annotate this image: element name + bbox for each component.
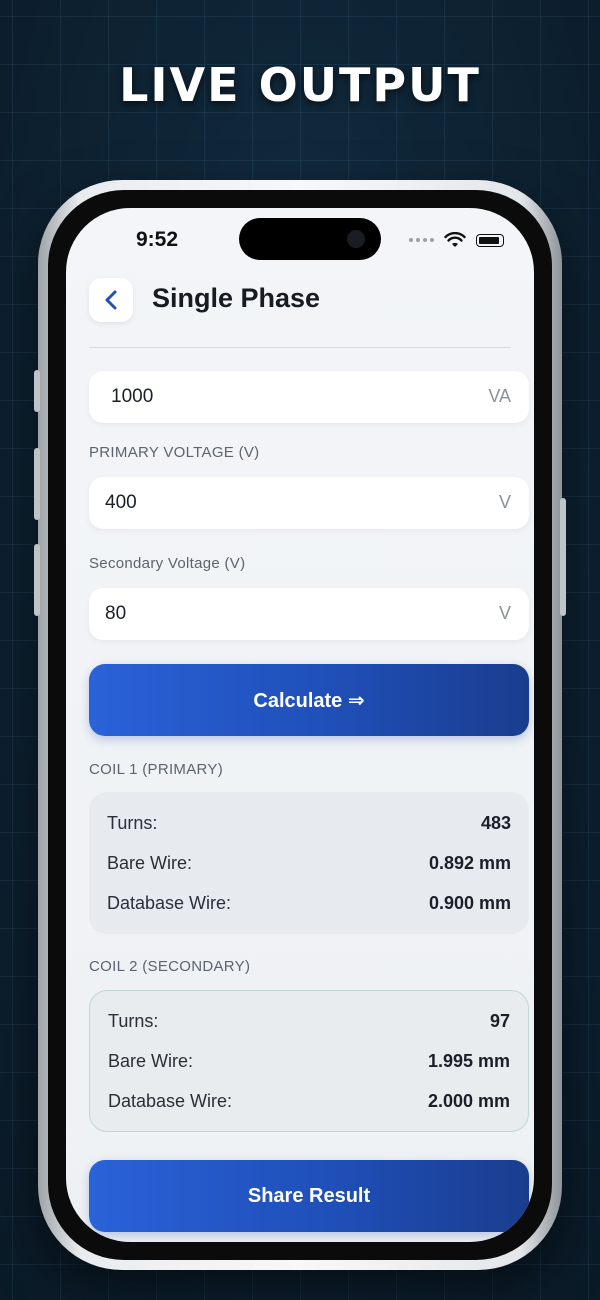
- volume-up-button: [34, 448, 40, 520]
- phone-bezel: 9:52 Single Phase 1000 VA PRIMARY VOLTAG…: [48, 190, 552, 1260]
- row-label: Bare Wire:: [107, 852, 193, 873]
- coil2-row-bare-wire: Bare Wire: 1.995 mm: [108, 1041, 510, 1081]
- volume-down-button: [34, 544, 40, 616]
- back-button[interactable]: [89, 278, 133, 322]
- camera-icon: [347, 230, 365, 248]
- coil1-row-database-wire: Database Wire: 0.900 mm: [107, 883, 511, 923]
- coil1-row-bare-wire: Bare Wire: 0.892 mm: [107, 843, 511, 883]
- app-screen: 9:52 Single Phase 1000 VA PRIMARY VOLTAG…: [66, 208, 534, 1242]
- status-icons: [409, 232, 504, 248]
- power-value: 1000: [111, 386, 154, 407]
- row-value: 97: [489, 1010, 510, 1031]
- primary-voltage-value: 400: [105, 492, 137, 513]
- dynamic-island: [239, 218, 381, 260]
- page-title: Single Phase: [152, 283, 321, 313]
- phone-frame: 9:52 Single Phase 1000 VA PRIMARY VOLTAG…: [34, 180, 566, 1270]
- row-label: Database Wire:: [108, 1090, 233, 1111]
- coil1-row-turns: Turns: 483: [107, 803, 511, 843]
- battery-icon: [476, 233, 504, 247]
- power-unit: VA: [488, 386, 511, 406]
- row-value: 0.900 mm: [428, 892, 511, 913]
- row-value: 1.995 mm: [427, 1050, 510, 1071]
- primary-voltage-input[interactable]: 400 V: [89, 477, 529, 529]
- row-value: 2.000 mm: [427, 1090, 510, 1111]
- coil2-heading: COIL 2 (SECONDARY): [89, 958, 251, 975]
- secondary-voltage-value: 80: [105, 603, 127, 624]
- header-divider: [89, 347, 511, 348]
- back-chevron-icon: [105, 290, 117, 310]
- status-time: 9:52: [136, 228, 179, 251]
- promo-headline: LIVE OUTPUT: [119, 58, 481, 112]
- coil1-card: Turns: 483 Bare Wire: 0.892 mm Database …: [89, 792, 529, 934]
- share-result-button[interactable]: Share Result: [89, 1160, 529, 1232]
- signal-dots-icon: [409, 238, 434, 242]
- action-button: [34, 370, 40, 412]
- row-label: Turns:: [108, 1010, 159, 1031]
- row-label: Database Wire:: [107, 892, 232, 913]
- primary-voltage-label: PRIMARY VOLTAGE (V): [89, 444, 260, 461]
- coil2-card: Turns: 97 Bare Wire: 1.995 mm Database W…: [89, 990, 529, 1132]
- row-value: 0.892 mm: [428, 852, 511, 873]
- row-value: 483: [480, 812, 511, 833]
- secondary-voltage-unit: V: [498, 603, 511, 623]
- calculate-button[interactable]: Calculate ⇒: [89, 664, 529, 736]
- secondary-voltage-label: Secondary Voltage (V): [89, 555, 246, 572]
- coil2-row-turns: Turns: 97: [108, 1001, 510, 1041]
- power-button: [560, 498, 566, 616]
- coil1-heading: COIL 1 (PRIMARY): [89, 761, 223, 778]
- wifi-icon: [444, 232, 466, 247]
- power-input[interactable]: 1000 VA: [89, 371, 529, 423]
- row-label: Bare Wire:: [108, 1050, 194, 1071]
- row-label: Turns:: [107, 812, 158, 833]
- secondary-voltage-input[interactable]: 80 V: [89, 588, 529, 640]
- primary-voltage-unit: V: [498, 492, 511, 512]
- coil2-row-database-wire: Database Wire: 2.000 mm: [108, 1081, 510, 1121]
